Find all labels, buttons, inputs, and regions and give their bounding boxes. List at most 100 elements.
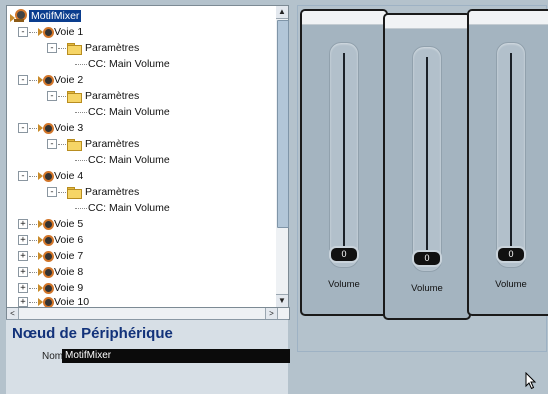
tree-voice-label[interactable]: Voie 8 xyxy=(54,266,83,278)
voice-icon xyxy=(38,218,54,230)
volume-fader-handle[interactable]: 0 xyxy=(498,248,524,261)
tree-voice-row[interactable]: + Voie 5 xyxy=(18,216,83,232)
tree-root-row[interactable]: MotifMixer xyxy=(10,8,82,24)
folder-icon xyxy=(67,138,82,151)
tree-cc-row[interactable]: CC: Main Volume xyxy=(75,200,170,216)
tree-voice-label[interactable]: Voie 6 xyxy=(54,234,83,246)
mouse-cursor-icon xyxy=(525,372,537,390)
tree-vertical-scrollbar[interactable]: ▲ ▼ xyxy=(276,5,289,309)
tree-parameters-row[interactable]: - Paramètres xyxy=(47,88,139,104)
tree-parameters-label[interactable]: Paramètres xyxy=(85,42,139,54)
tree-cc-row[interactable]: CC: Main Volume xyxy=(75,104,170,120)
tree-connector xyxy=(29,175,37,177)
tree-connector xyxy=(58,47,66,49)
channel-header xyxy=(385,15,469,29)
tree-connector xyxy=(75,111,87,113)
tree-root-label[interactable]: MotifMixer xyxy=(29,10,82,22)
expand-icon[interactable]: + xyxy=(18,235,28,245)
tree-parameters-label[interactable]: Paramètres xyxy=(85,138,139,150)
tree-connector xyxy=(75,159,87,161)
tree-connector xyxy=(58,143,66,145)
tree-connector xyxy=(29,271,37,273)
tree-connector xyxy=(29,31,37,33)
volume-label: Volume xyxy=(495,279,527,290)
scroll-left-icon[interactable]: < xyxy=(7,308,19,319)
tree-connector xyxy=(29,255,37,257)
tree-cc-row[interactable]: CC: Main Volume xyxy=(75,152,170,168)
node-panel-title: Nœud de Périphérique xyxy=(12,325,173,342)
tree-voice-row[interactable]: - Voie 1 xyxy=(18,24,83,40)
name-field-label: Nom xyxy=(42,351,64,362)
tree-voice-label[interactable]: Voie 4 xyxy=(54,170,83,182)
tree-connector xyxy=(29,79,37,81)
tree-voice-row[interactable]: - Voie 2 xyxy=(18,72,83,88)
volume-fader-track[interactable]: 0 xyxy=(412,46,442,272)
volume-fader-track[interactable]: 0 xyxy=(329,42,359,268)
tree-voice-row[interactable]: + Voie 6 xyxy=(18,232,83,248)
voice-icon xyxy=(38,234,54,246)
tree-connector xyxy=(29,127,37,129)
expand-icon[interactable]: + xyxy=(18,297,28,307)
expand-icon[interactable]: + xyxy=(18,251,28,261)
voice-icon xyxy=(38,282,54,294)
collapse-icon[interactable]: - xyxy=(47,91,57,101)
collapse-icon[interactable]: - xyxy=(47,43,57,53)
collapse-icon[interactable]: - xyxy=(18,123,28,133)
collapse-icon[interactable]: - xyxy=(18,75,28,85)
volume-fader-track[interactable]: 0 xyxy=(496,42,526,268)
tree-parameters-row[interactable]: - Paramètres xyxy=(47,40,139,56)
folder-icon xyxy=(67,186,82,199)
tree-voice-label[interactable]: Voie 9 xyxy=(54,282,83,294)
tree-voice-label[interactable]: Voie 5 xyxy=(54,218,83,230)
voice-icon xyxy=(38,26,54,38)
volume-fader-handle[interactable]: 0 xyxy=(414,252,440,265)
collapse-icon[interactable]: - xyxy=(18,171,28,181)
tree-connector xyxy=(29,239,37,241)
expand-icon[interactable]: + xyxy=(18,267,28,277)
device-tree[interactable]: MotifMixer - Voie 1 - Paramètres CC: Mai… xyxy=(6,5,278,309)
device-node-panel: Nœud de Périphérique Nom MotifMixer xyxy=(6,319,290,394)
folder-icon xyxy=(67,42,82,55)
scroll-up-icon[interactable]: ▲ xyxy=(276,6,288,19)
tree-cc-label[interactable]: CC: Main Volume xyxy=(88,202,170,214)
tree-cc-label[interactable]: CC: Main Volume xyxy=(88,58,170,70)
mixer-channel-strip: 0 Volume xyxy=(383,13,471,320)
channel-header xyxy=(302,11,386,25)
tree-cc-row[interactable]: CC: Main Volume xyxy=(75,56,170,72)
tree-cc-label[interactable]: CC: Main Volume xyxy=(88,154,170,166)
tree-connector xyxy=(58,95,66,97)
tree-voice-label[interactable]: Voie 7 xyxy=(54,250,83,262)
collapse-icon[interactable]: - xyxy=(47,187,57,197)
tree-cc-label[interactable]: CC: Main Volume xyxy=(88,106,170,118)
tree-voice-row[interactable]: + Voie 8 xyxy=(18,264,83,280)
tree-voice-label[interactable]: Voie 3 xyxy=(54,122,83,134)
collapse-icon[interactable]: - xyxy=(47,139,57,149)
collapse-icon[interactable]: - xyxy=(18,27,28,37)
tree-parameters-row[interactable]: - Paramètres xyxy=(47,136,139,152)
tree-voice-label[interactable]: Voie 1 xyxy=(54,26,83,38)
name-field[interactable]: MotifMixer xyxy=(62,349,290,363)
tree-connector xyxy=(75,207,87,209)
tree-connector xyxy=(29,287,37,289)
expand-icon[interactable]: + xyxy=(18,219,28,229)
volume-fader-handle[interactable]: 0 xyxy=(331,248,357,261)
volume-label: Volume xyxy=(411,283,443,294)
tree-parameters-label[interactable]: Paramètres xyxy=(85,90,139,102)
tree-connector xyxy=(75,63,87,65)
mixer-channel-strip: 0 Volume xyxy=(467,9,548,316)
tree-voice-label[interactable]: Voie 2 xyxy=(54,74,83,86)
scroll-right-icon[interactable]: > xyxy=(265,308,278,319)
tree-voice-row[interactable]: - Voie 3 xyxy=(18,120,83,136)
mixer-channel-strip: 0 Volume xyxy=(300,9,388,316)
midi-device-icon xyxy=(10,9,27,23)
tree-connector xyxy=(58,191,66,193)
expand-icon[interactable]: + xyxy=(18,283,28,293)
tree-voice-row[interactable]: - Voie 4 xyxy=(18,168,83,184)
tree-connector xyxy=(29,223,37,225)
scrollbar-thumb[interactable] xyxy=(277,20,289,228)
scroll-down-icon[interactable]: ▼ xyxy=(276,294,288,307)
tree-voice-row[interactable]: + Voie 7 xyxy=(18,248,83,264)
tree-parameters-label[interactable]: Paramètres xyxy=(85,186,139,198)
tree-parameters-row[interactable]: - Paramètres xyxy=(47,184,139,200)
voice-icon xyxy=(38,250,54,262)
